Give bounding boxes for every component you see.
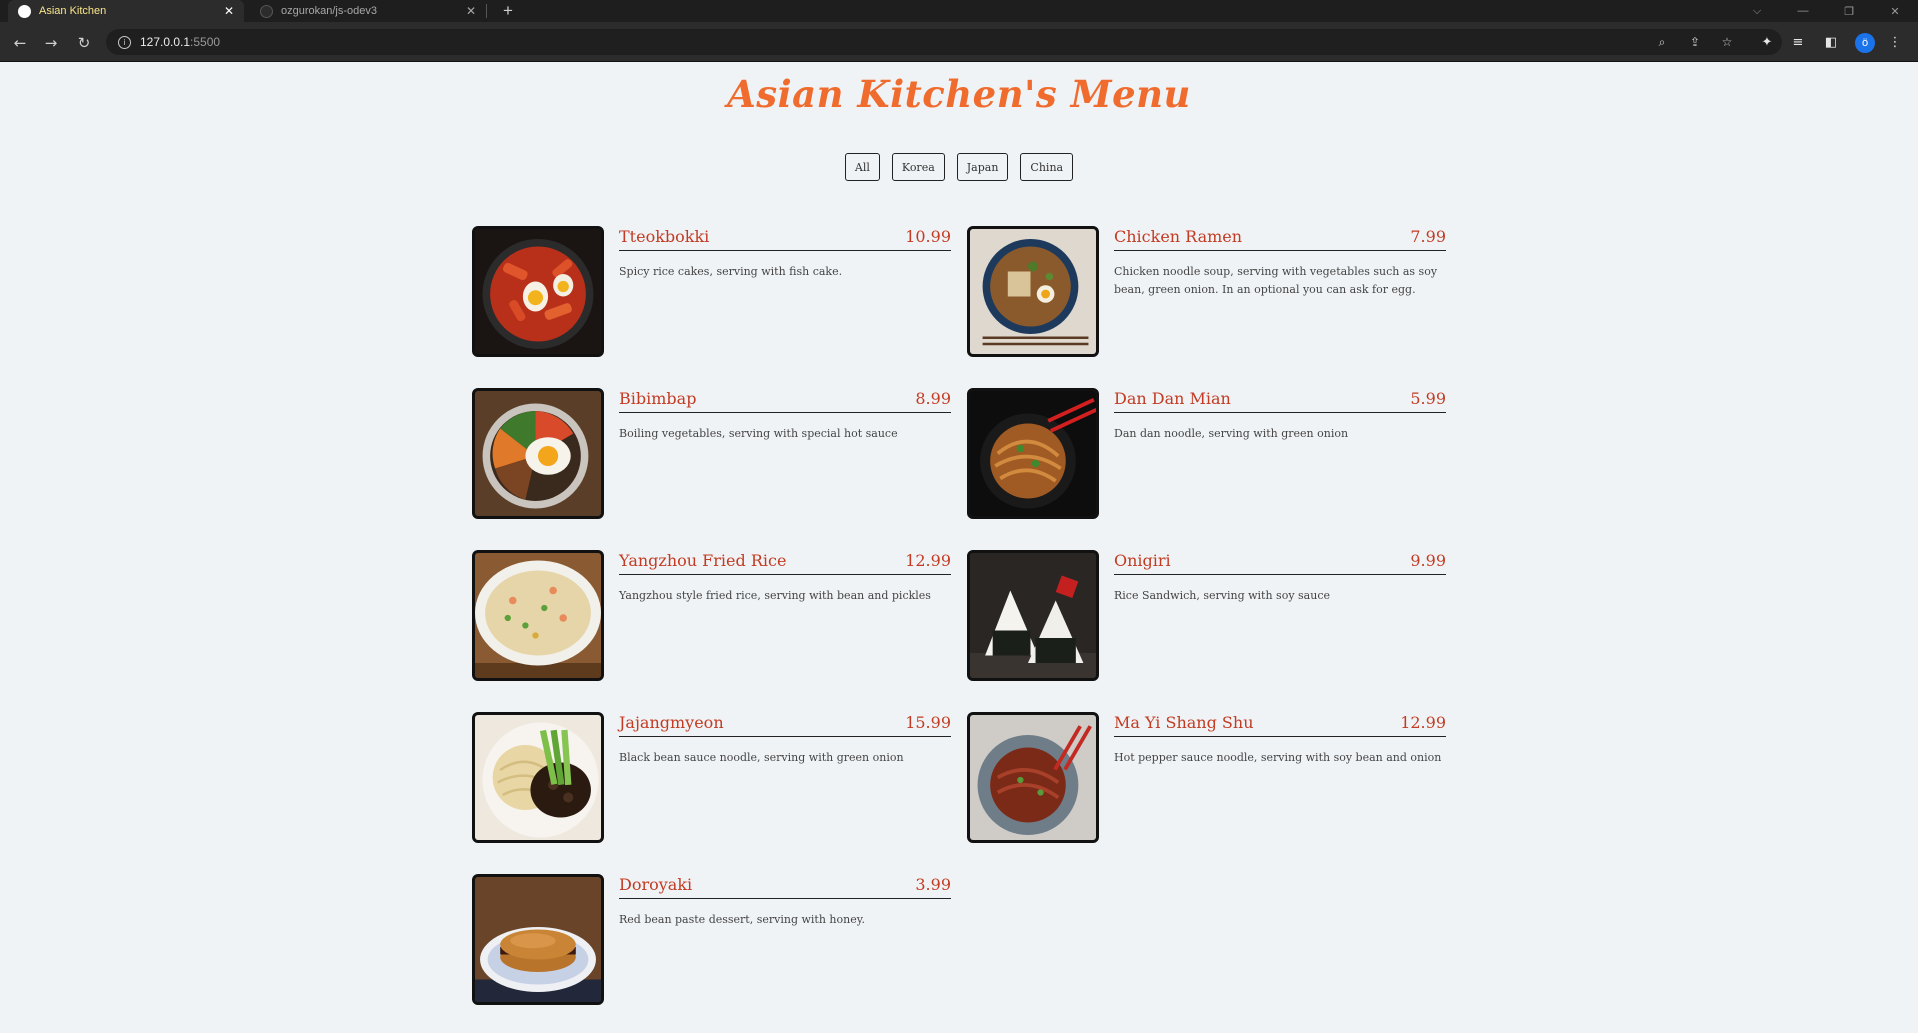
- tab-github[interactable]: ozgurokan/js-odev3 ✕: [250, 0, 486, 22]
- dish-price: 9.99: [1410, 551, 1446, 570]
- side-panel-icon[interactable]: ◧: [1822, 33, 1840, 51]
- menu-item: Doroyaki 3.99 Red bean paste dessert, se…: [472, 874, 951, 1006]
- dorayaki-photo: [472, 874, 604, 1005]
- dish-description: Rice Sandwich, serving with soy sauce: [1114, 589, 1330, 602]
- tab-strip: Asian Kitchen ✕ ozgurokan/js-odev3 ✕ + ⌵…: [0, 0, 1918, 22]
- filter-china-button[interactable]: China: [1020, 153, 1074, 181]
- dish-name: Ma Yi Shang Shu: [1114, 713, 1254, 732]
- dish-name: Bibimbap: [619, 389, 697, 408]
- globe-icon: [18, 4, 31, 18]
- dish-name: Jajangmyeon: [619, 713, 724, 732]
- menu-item: Onigiri 9.99 Rice Sandwich, serving with…: [967, 550, 1446, 682]
- tab-search-button[interactable]: ⌵: [1740, 0, 1774, 22]
- ma-yi-shang-shu-photo: [967, 712, 1099, 843]
- tab-asian-kitchen[interactable]: Asian Kitchen ✕: [8, 0, 244, 22]
- extensions-icon[interactable]: ✦: [1758, 33, 1776, 51]
- filter-all-button[interactable]: All: [844, 153, 880, 181]
- dish-name: Yangzhou Fried Rice: [619, 551, 787, 570]
- close-tab-icon[interactable]: ✕: [464, 4, 478, 18]
- github-icon: [260, 4, 273, 18]
- new-tab-button[interactable]: +: [498, 0, 518, 22]
- jajangmyeon-photo: [472, 712, 604, 843]
- dish-description: Yangzhou style fried rice, serving with …: [619, 589, 931, 602]
- fried-rice-photo: [472, 550, 604, 681]
- dish-description: Dan dan noodle, serving with green onion: [1114, 427, 1349, 440]
- close-tab-icon[interactable]: ✕: [222, 4, 236, 18]
- bookmark-star-icon[interactable]: ☆: [1719, 34, 1735, 50]
- filter-bar: All Korea Japan China: [0, 153, 1918, 181]
- profile-avatar[interactable]: ö: [1855, 33, 1875, 53]
- menu-item: Yangzhou Fried Rice 12.99 Yangzhou style…: [472, 550, 951, 682]
- dish-price: 12.99: [1400, 713, 1446, 732]
- dish-price: 8.99: [915, 389, 951, 408]
- dish-description: Spicy rice cakes, serving with fish cake…: [619, 265, 843, 278]
- reload-icon[interactable]: ↻: [73, 32, 95, 54]
- tab-title: ozgurokan/js-odev3: [281, 5, 378, 17]
- zoom-icon[interactable]: ⌕: [1654, 34, 1670, 50]
- url-host: 127.0.0.1: [140, 35, 191, 49]
- dan-dan-mian-photo: [967, 388, 1099, 519]
- share-icon[interactable]: ⇪: [1687, 34, 1703, 50]
- dish-price: 7.99: [1410, 227, 1446, 246]
- dish-price: 5.99: [1410, 389, 1446, 408]
- address-bar[interactable]: i 127.0.0.1 :5500 ⌕ ⇪ ☆: [106, 29, 1782, 55]
- close-window-button[interactable]: ✕: [1878, 0, 1912, 22]
- onigiri-photo: [967, 550, 1099, 681]
- dish-name: Dan Dan Mian: [1114, 389, 1231, 408]
- dish-description: Black bean sauce noodle, serving with gr…: [619, 751, 904, 764]
- menu-item: Bibimbap 8.99 Boiling vegetables, servin…: [472, 388, 951, 520]
- dish-name: Chicken Ramen: [1114, 227, 1243, 246]
- bibimbap-photo: [472, 388, 604, 519]
- chicken-ramen-photo: [967, 226, 1099, 357]
- dish-description: Chicken noodle soup, serving with vegeta…: [1114, 265, 1438, 296]
- restore-button[interactable]: ❐: [1832, 0, 1866, 22]
- tteokbokki-photo: [472, 226, 604, 357]
- dish-price: 3.99: [915, 875, 951, 894]
- menu-item: Tteokbokki 10.99 Spicy rice cakes, servi…: [472, 226, 951, 358]
- site-info-icon[interactable]: i: [118, 35, 131, 49]
- filter-korea-button[interactable]: Korea: [891, 153, 945, 181]
- url-port: :5500: [190, 35, 221, 49]
- forward-icon[interactable]: →: [40, 32, 62, 54]
- menu-item: Chicken Ramen 7.99 Chicken noodle soup, …: [967, 226, 1446, 358]
- dish-description: Hot pepper sauce noodle, serving with so…: [1114, 751, 1442, 764]
- dish-price: 10.99: [905, 227, 951, 246]
- browser-toolbar: ← → ↻ i 127.0.0.1 :5500 ⌕ ⇪ ☆ ✦ ≡ ◧ ö ⋮: [0, 22, 1918, 62]
- tab-title: Asian Kitchen: [39, 5, 107, 17]
- page-title: Asian Kitchen's Menu: [727, 72, 1191, 116]
- back-icon[interactable]: ←: [9, 32, 31, 54]
- dish-price: 12.99: [905, 551, 951, 570]
- minimize-button[interactable]: —: [1786, 0, 1820, 22]
- reading-list-icon[interactable]: ≡: [1789, 33, 1807, 51]
- dish-name: Tteokbokki: [619, 227, 710, 246]
- dish-name: Onigiri: [1114, 551, 1171, 570]
- menu-item: Ma Yi Shang Shu 12.99 Hot pepper sauce n…: [967, 712, 1446, 844]
- dish-description: Boiling vegetables, serving with special…: [619, 427, 898, 440]
- tab-divider: [486, 4, 487, 18]
- dish-description: Red bean paste dessert, serving with hon…: [619, 913, 865, 926]
- menu-item: Jajangmyeon 15.99 Black bean sauce noodl…: [472, 712, 951, 844]
- dish-name: Doroyaki: [619, 875, 693, 894]
- menu-grid: Tteokbokki 10.99 Spicy rice cakes, servi…: [472, 226, 1446, 1006]
- filter-japan-button[interactable]: Japan: [956, 153, 1009, 181]
- dish-price: 15.99: [905, 713, 951, 732]
- menu-item: Dan Dan Mian 5.99 Dan dan noodle, servin…: [967, 388, 1446, 520]
- menu-kebab-icon[interactable]: ⋮: [1886, 33, 1904, 51]
